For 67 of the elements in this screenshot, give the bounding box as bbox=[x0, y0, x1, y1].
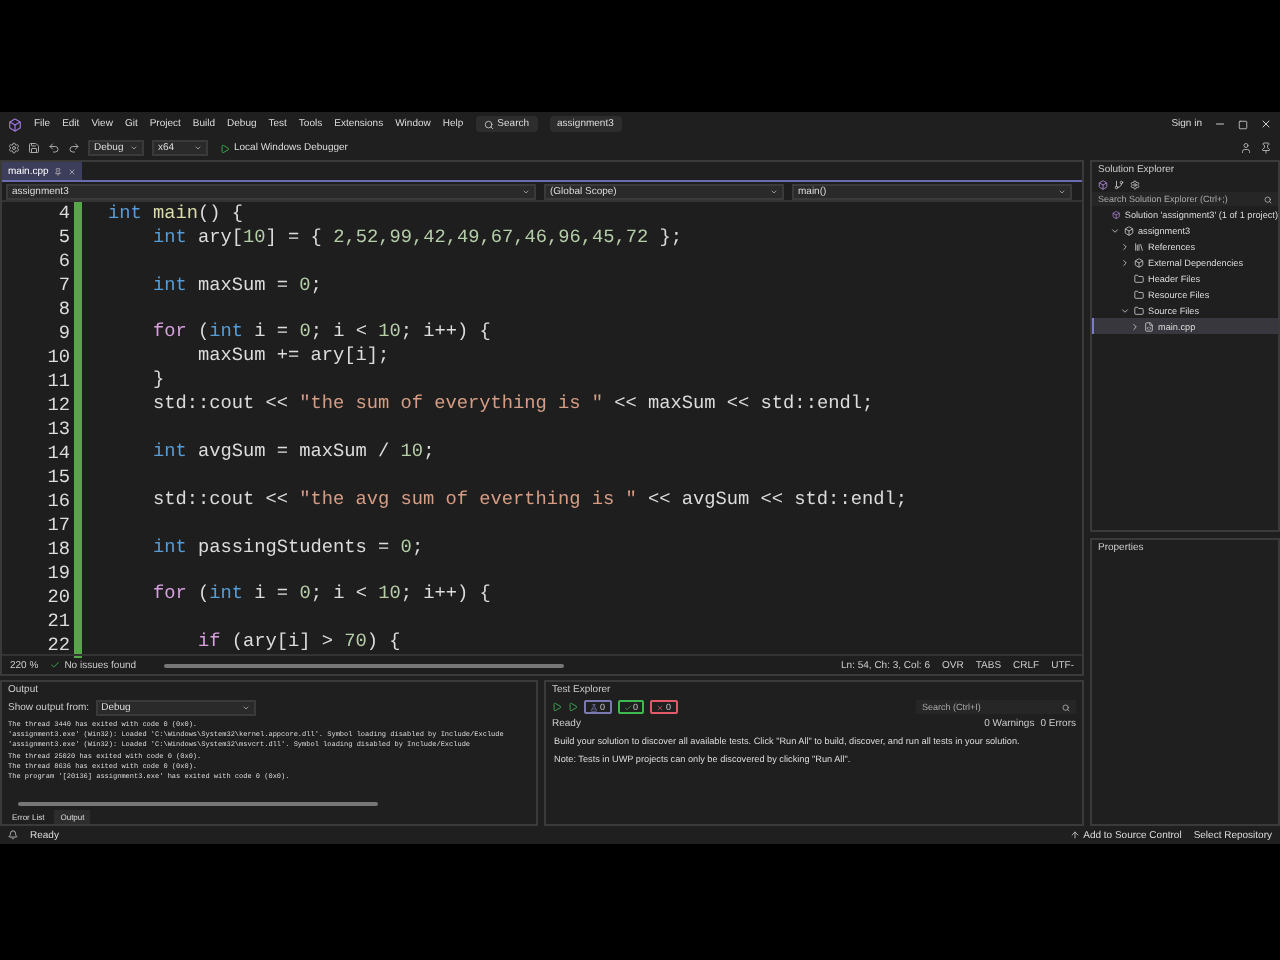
line-number: 8 bbox=[58, 298, 70, 322]
line-number: 7 bbox=[58, 274, 70, 298]
folder-icon bbox=[1134, 289, 1144, 299]
maximize-icon[interactable] bbox=[1238, 119, 1248, 129]
scrollbar[interactable] bbox=[18, 802, 378, 806]
box-icon bbox=[1112, 209, 1121, 219]
pin-icon bbox=[54, 167, 63, 175]
line-number: 4 bbox=[58, 202, 70, 226]
bell-icon bbox=[8, 830, 18, 840]
line-number: 15 bbox=[47, 466, 70, 490]
code-line: } bbox=[151, 368, 167, 393]
code-line: if (ary[i] > 70) { bbox=[196, 630, 403, 655]
pin-icon[interactable] bbox=[1260, 142, 1272, 154]
check-icon bbox=[50, 660, 61, 670]
settings-icon[interactable] bbox=[1130, 180, 1140, 190]
search-icon bbox=[1062, 703, 1070, 711]
redo-icon[interactable] bbox=[68, 142, 80, 154]
code-line: int avgSum = maxSum / 10; bbox=[151, 440, 437, 465]
line-number: 13 bbox=[47, 418, 70, 442]
play-icon bbox=[220, 143, 230, 153]
line-number: 22 bbox=[47, 634, 70, 658]
file-code-icon bbox=[1144, 321, 1154, 331]
logo-icon bbox=[8, 117, 22, 131]
close-icon[interactable] bbox=[1260, 118, 1272, 130]
line-number: 9 bbox=[58, 322, 70, 346]
scrollbar[interactable] bbox=[164, 663, 565, 667]
box-icon bbox=[1134, 257, 1144, 267]
flask-icon bbox=[590, 703, 598, 711]
line-number: 6 bbox=[58, 250, 70, 274]
check-icon bbox=[623, 703, 632, 711]
chevron-down-icon[interactable] bbox=[1110, 225, 1120, 235]
line-number: 10 bbox=[47, 346, 70, 370]
code-line: int maxSum = 0; bbox=[151, 273, 324, 298]
code-line: for (int i = 0; i < 10; i++) { bbox=[151, 582, 493, 607]
search-icon bbox=[483, 119, 494, 129]
box-icon bbox=[1124, 225, 1134, 235]
undo-icon[interactable] bbox=[48, 142, 60, 154]
code-line: int passingStudents = 0; bbox=[151, 535, 426, 560]
code-line: int ary[10] = { 2,52,99,42,49,67,46,96,45,72 }; bbox=[151, 226, 684, 250]
line-number: 21 bbox=[47, 610, 70, 634]
code-line: std::cout << "the avg sum of everthing is " << avgSum << std::endl; bbox=[151, 487, 909, 512]
code-line: for (int i = 0; i < 10; i++) { bbox=[151, 320, 493, 345]
settings-icon[interactable] bbox=[8, 142, 20, 154]
line-number: 5 bbox=[58, 226, 70, 250]
chevron-down-icon[interactable] bbox=[1120, 305, 1130, 315]
box-icon[interactable] bbox=[1098, 180, 1108, 190]
folder-icon bbox=[1134, 305, 1144, 315]
arrow-up-icon bbox=[1069, 830, 1080, 840]
line-number: 14 bbox=[47, 442, 70, 466]
line-number: 18 bbox=[47, 538, 70, 562]
chevron-right-icon[interactable] bbox=[1130, 321, 1140, 331]
library-icon bbox=[1134, 241, 1144, 251]
code-line: int main() { bbox=[108, 202, 246, 226]
search-icon bbox=[1264, 195, 1272, 203]
minimize-icon[interactable] bbox=[1214, 118, 1226, 130]
line-number: 16 bbox=[47, 490, 70, 514]
git-branch-icon[interactable] bbox=[1114, 180, 1124, 190]
user-icon[interactable] bbox=[1240, 142, 1252, 154]
line-number: 17 bbox=[47, 514, 70, 538]
line-number: 20 bbox=[47, 586, 70, 610]
code-line: std::cout << "the sum of everything is " << maxSum << std::endl; bbox=[151, 392, 876, 417]
line-number: 19 bbox=[47, 562, 70, 586]
line-number: 11 bbox=[47, 370, 70, 394]
save-icon[interactable] bbox=[28, 142, 40, 154]
code-line: maxSum += ary[i]; bbox=[196, 344, 392, 369]
folder-icon bbox=[1134, 273, 1144, 283]
line-number: 12 bbox=[47, 394, 70, 418]
